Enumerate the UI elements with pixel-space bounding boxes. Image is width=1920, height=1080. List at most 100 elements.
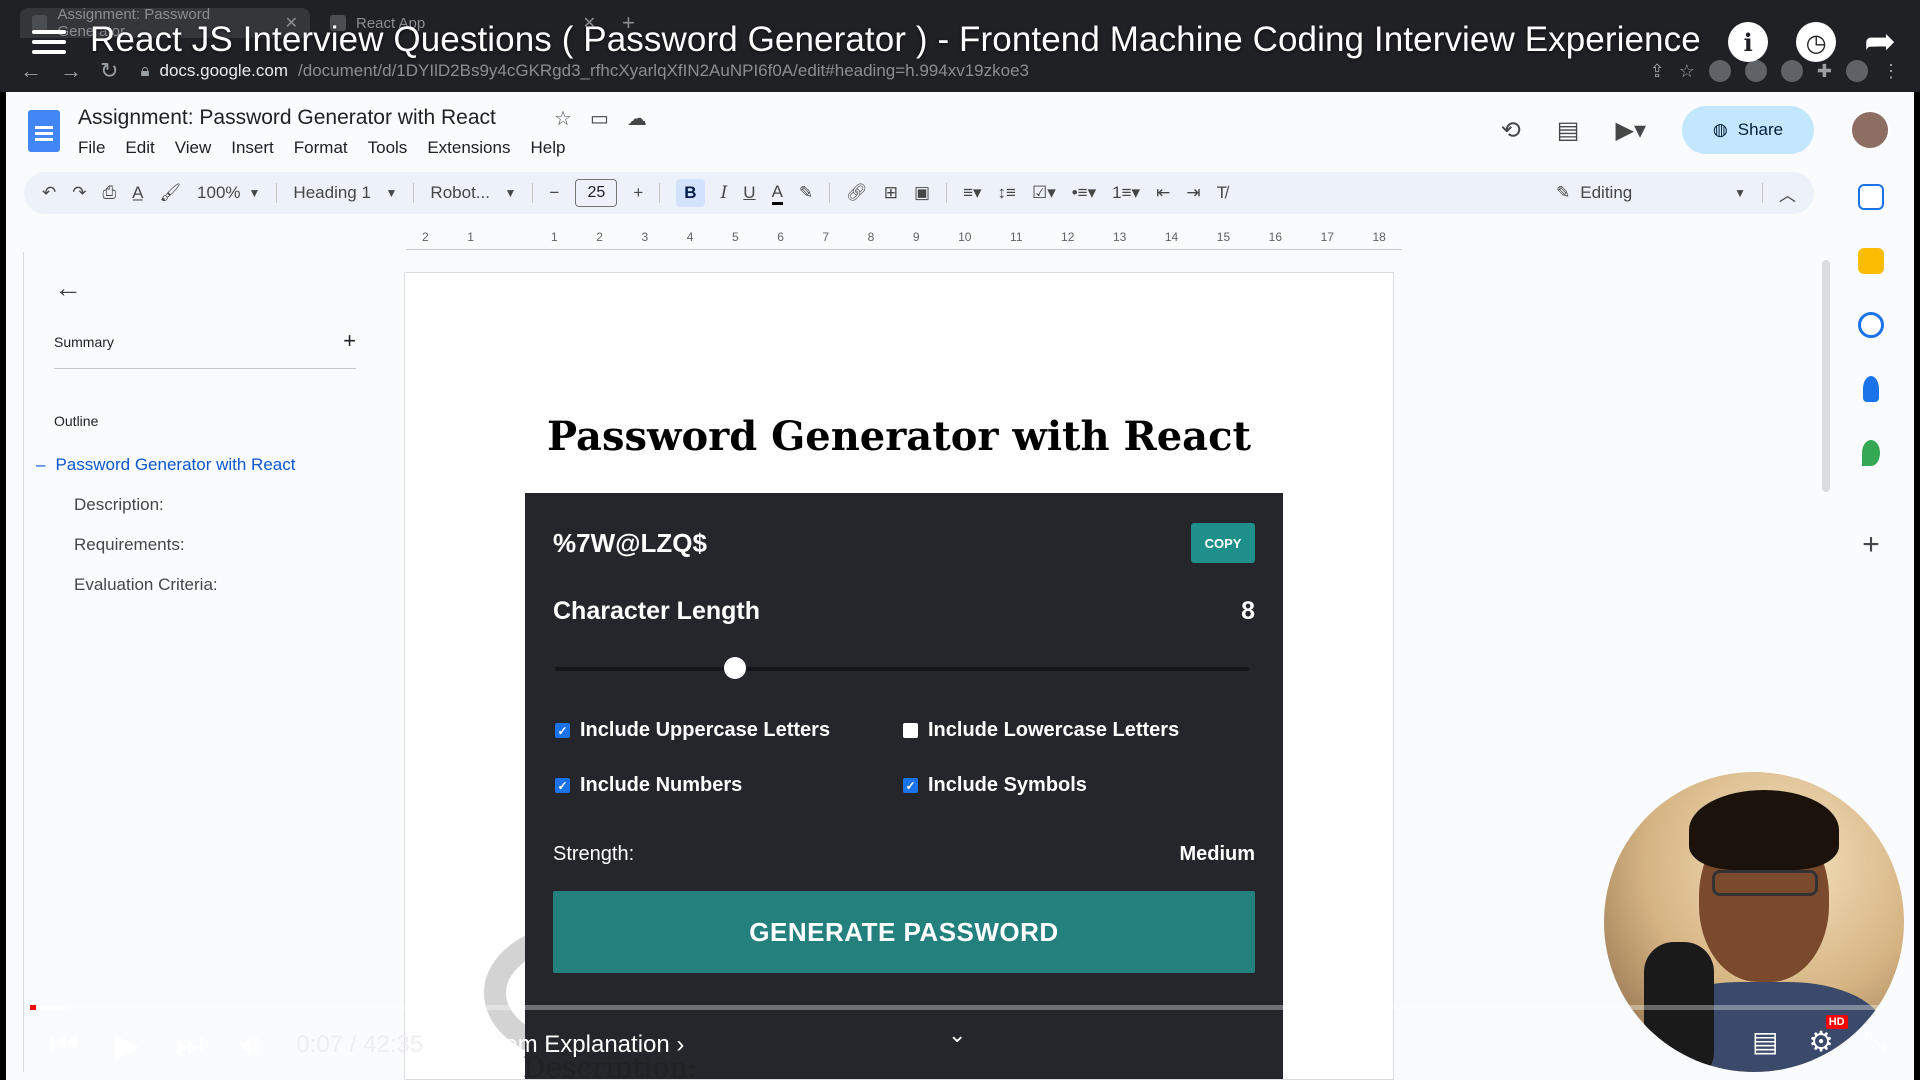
volume-icon[interactable]: 🔊︎ [240, 1026, 260, 1064]
checkbox-numbers[interactable]: ✓ [555, 778, 570, 793]
calendar-icon[interactable] [1858, 184, 1884, 210]
outline-item-evaluation[interactable]: Evaluation Criteria: [74, 575, 366, 595]
watch-later-clock-icon[interactable]: ◷ [1796, 22, 1837, 62]
meet-icon[interactable]: ▶▾ [1615, 116, 1646, 145]
add-ons-plus-icon[interactable]: + [1862, 528, 1880, 562]
generate-password-button[interactable]: GENERATE PASSWORD [553, 891, 1255, 973]
play-icon[interactable]: ▶ [115, 1026, 140, 1064]
extension-icon[interactable] [1744, 60, 1767, 82]
cloud-status-icon[interactable]: ☁ [627, 106, 647, 131]
add-summary-icon[interactable]: + [343, 330, 356, 352]
document-title[interactable]: Assignment: Password Generator with Reac… [78, 106, 496, 130]
captions-icon[interactable]: ▤ [1752, 1025, 1778, 1058]
font-size-input[interactable]: 25 [575, 179, 618, 207]
forward-icon[interactable]: → [60, 58, 82, 84]
bookmark-star-icon[interactable]: ☆ [1679, 61, 1695, 82]
video-title[interactable]: React JS Interview Questions ( Password … [90, 20, 1701, 60]
settings-gear-icon[interactable]: ⚙ HD [1808, 1015, 1848, 1058]
slider-handle[interactable] [724, 657, 747, 679]
bulleted-list-icon[interactable]: •≡▾ [1072, 183, 1096, 203]
option-numbers[interactable]: ✓ Include Numbers [555, 774, 742, 797]
menu-tools[interactable]: Tools [368, 138, 408, 158]
link-icon[interactable]: 🔗︎ [846, 183, 868, 203]
bold-icon[interactable]: B [676, 179, 705, 207]
menu-insert[interactable]: Insert [231, 138, 274, 158]
horizontal-ruler[interactable]: 2 1 1 2 3 4 5 6 7 8 9 10 11 12 13 14 15 16 17 18 [406, 230, 1402, 250]
extension-icon[interactable] [1780, 60, 1803, 82]
share-arrow-icon[interactable]: ➦ [1864, 22, 1896, 62]
profile-icon[interactable] [1846, 60, 1868, 82]
previous-icon[interactable]: ⏮ [50, 1026, 79, 1064]
chevron-down-icon[interactable]: ⌄ [948, 1022, 966, 1048]
font-dropdown[interactable]: Robot... ▼ [430, 183, 516, 203]
checkbox-symbols[interactable]: ✓ [903, 778, 918, 793]
vertical-scrollbar[interactable] [1822, 260, 1830, 492]
vertical-ruler[interactable] [8, 252, 24, 1072]
collapse-menus-icon[interactable]: ︿ [1779, 181, 1796, 206]
menu-view[interactable]: View [175, 138, 212, 158]
checklist-icon[interactable]: ☑▾ [1032, 183, 1056, 203]
comments-icon[interactable]: ▤ [1557, 116, 1580, 145]
video-progress-bar[interactable] [30, 1005, 1890, 1010]
zoom-dropdown[interactable]: 100% ▼ [197, 183, 260, 203]
length-slider[interactable] [555, 657, 1249, 679]
maps-icon[interactable] [1862, 440, 1880, 466]
option-lowercase[interactable]: Include Lowercase Letters [903, 719, 1179, 742]
reload-icon[interactable]: ↻ [100, 58, 118, 84]
keep-icon[interactable] [1858, 248, 1884, 274]
spellcheck-icon[interactable]: A̲ [132, 183, 143, 203]
align-icon[interactable]: ≡▾ [963, 183, 981, 203]
option-symbols[interactable]: ✓ Include Symbols [903, 774, 1087, 797]
numbered-list-icon[interactable]: 1≡▾ [1112, 183, 1140, 203]
star-icon[interactable]: ☆ [554, 106, 572, 131]
checkbox-uppercase[interactable]: ✓ [555, 723, 570, 738]
menu-format[interactable]: Format [294, 138, 348, 158]
increase-indent-icon[interactable]: ⇥ [1186, 183, 1200, 203]
redo-icon[interactable]: ↷ [72, 183, 86, 203]
insert-image-icon[interactable]: ▣ [914, 183, 930, 203]
docs-logo-icon[interactable] [28, 110, 60, 152]
share-button[interactable]: ◍ Share [1682, 106, 1814, 154]
decrease-indent-icon[interactable]: ⇤ [1156, 183, 1170, 203]
editing-mode-dropdown[interactable]: ✎ Editing ▼ [1556, 183, 1746, 203]
avatar[interactable] [1850, 110, 1890, 150]
style-dropdown[interactable]: Heading 1 ▼ [293, 183, 397, 203]
outline-item-description[interactable]: Description: [74, 495, 366, 515]
clear-formatting-icon[interactable]: T̸ [1217, 183, 1227, 203]
document-page[interactable]: Password Generator with React CODER %7W@… [404, 272, 1394, 1080]
extension-icon[interactable] [1708, 60, 1731, 82]
share-page-icon[interactable]: ⇪ [1650, 61, 1665, 82]
puzzle-icon[interactable]: ✚ [1817, 61, 1832, 82]
outline-item-active[interactable]: – Password Generator with React [36, 455, 366, 475]
checkbox-lowercase[interactable] [903, 723, 918, 738]
next-icon[interactable]: ⏭ [175, 1026, 204, 1064]
increase-font-size-icon[interactable]: + [633, 183, 643, 203]
menu-edit[interactable]: Edit [125, 138, 154, 158]
italic-icon[interactable]: I [721, 183, 728, 203]
menu-extensions[interactable]: Extensions [427, 138, 510, 158]
copy-button[interactable]: COPY [1191, 523, 1255, 563]
line-spacing-icon[interactable]: ↕≡ [998, 183, 1016, 203]
back-arrow-icon[interactable]: ← [54, 272, 366, 304]
print-icon[interactable]: ⎙ [103, 183, 117, 203]
back-icon[interactable]: ← [20, 58, 42, 84]
chapter-title[interactable]: • Problem Explanation › [433, 1031, 684, 1059]
exit-fullscreen-icon[interactable]: ⤡ [1864, 1025, 1886, 1058]
highlight-icon[interactable]: ✎ [799, 183, 813, 203]
menu-file[interactable]: File [78, 138, 105, 158]
kebab-menu-icon[interactable]: ⋮ [1882, 61, 1900, 82]
option-uppercase[interactable]: ✓ Include Uppercase Letters [555, 719, 830, 742]
underline-icon[interactable]: U [743, 183, 755, 203]
text-color-icon[interactable]: A [771, 182, 783, 205]
contacts-icon[interactable] [1863, 376, 1879, 402]
info-icon[interactable]: i [1728, 22, 1769, 62]
move-folder-icon[interactable]: ▭ [590, 106, 609, 131]
tasks-icon[interactable] [1858, 312, 1884, 338]
paint-format-icon[interactable]: 🖌︎ [159, 183, 181, 203]
add-comment-icon[interactable]: ⊞ [884, 183, 898, 203]
outline-item-requirements[interactable]: Requirements: [74, 535, 366, 555]
playlist-menu-icon[interactable] [32, 30, 66, 58]
url-field[interactable]: 🔒︎ docs.google.com/document/d/1DYIlD2Bs9… [140, 56, 1631, 86]
undo-icon[interactable]: ↶ [42, 183, 56, 203]
menu-help[interactable]: Help [530, 138, 565, 158]
